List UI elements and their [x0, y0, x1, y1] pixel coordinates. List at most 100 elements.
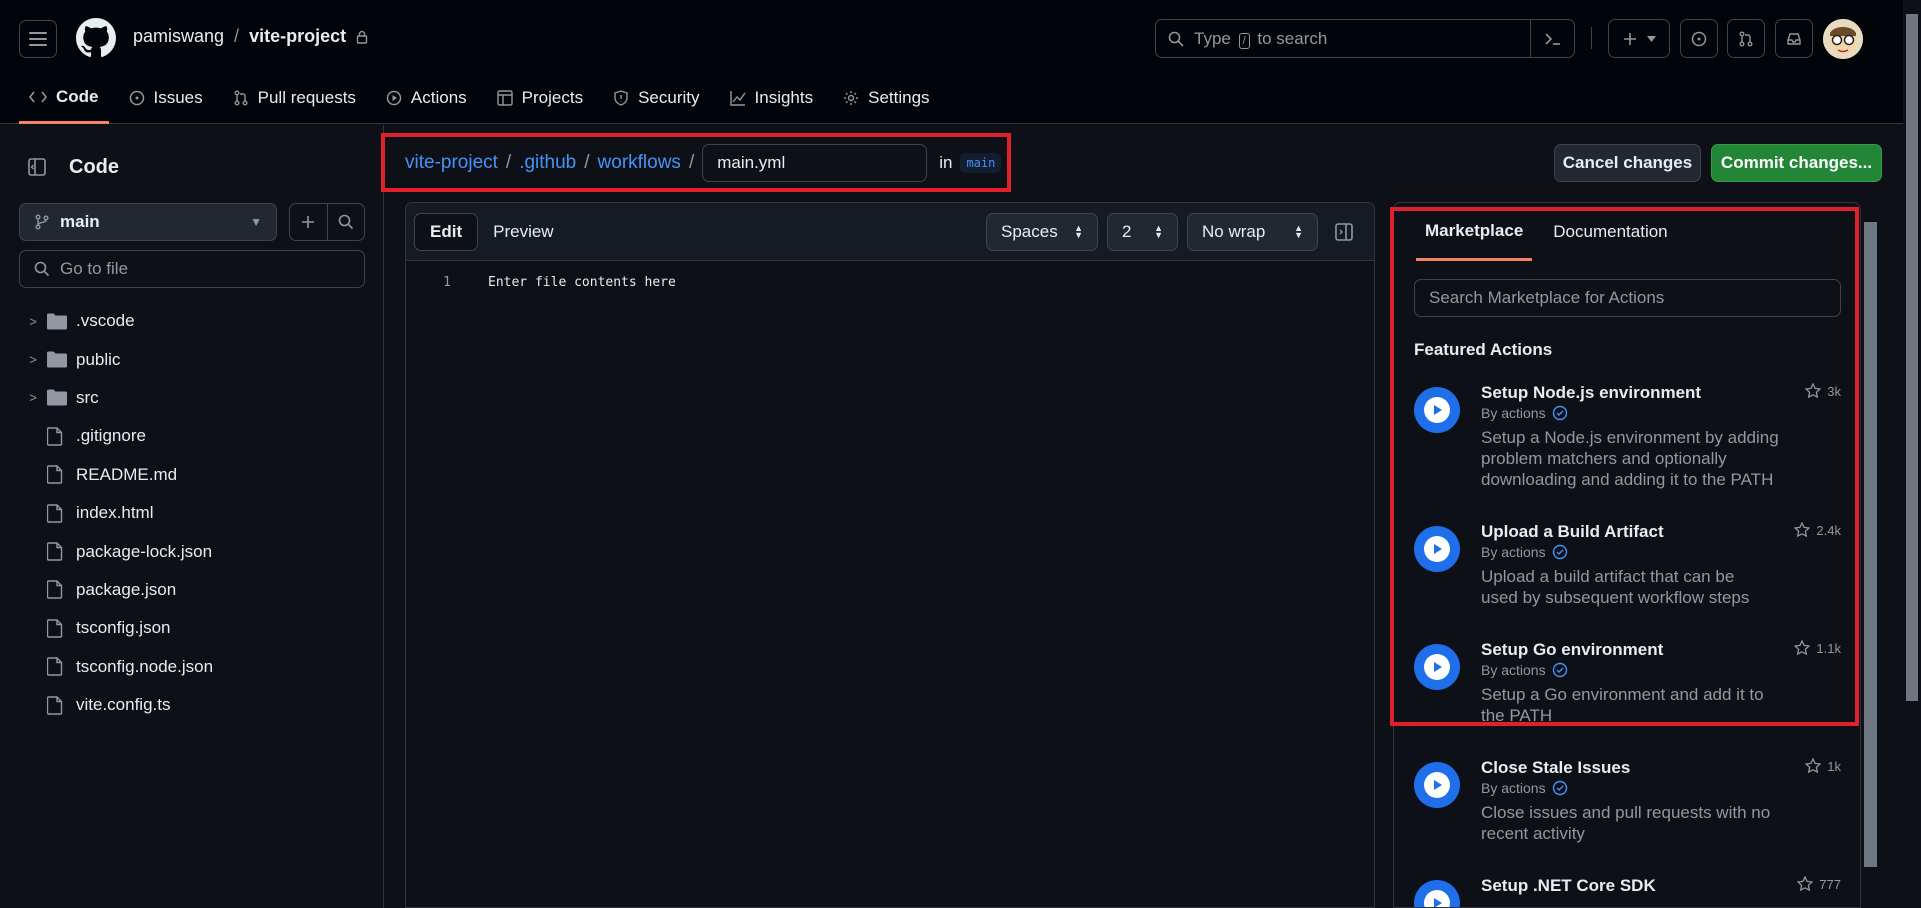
user-avatar[interactable]	[1823, 19, 1863, 59]
panel-scrollbar[interactable]	[1861, 202, 1880, 908]
action-title[interactable]: Upload a Build Artifact	[1481, 522, 1664, 542]
search-icon	[34, 261, 50, 277]
go-to-file-input[interactable]: Go to file	[19, 250, 365, 288]
add-file-button[interactable]	[290, 204, 328, 240]
tab-actions[interactable]: Actions	[376, 80, 477, 116]
tree-file-readme[interactable]: README.md	[19, 456, 365, 494]
tree-folder-src[interactable]: > src	[19, 379, 365, 417]
action-card[interactable]: Setup Go environment By actions Setup a …	[1414, 640, 1841, 730]
indent-mode-select[interactable]: Spaces ▲ ▼	[986, 213, 1098, 251]
owner-link[interactable]: pamiswang	[133, 26, 224, 47]
page-scrollbar-thumb[interactable]	[1906, 14, 1918, 701]
tree-item-label: package-lock.json	[76, 541, 213, 561]
tab-code[interactable]: Code	[19, 80, 109, 124]
tab-issues[interactable]: Issues	[119, 80, 213, 116]
action-author: By actions	[1481, 544, 1568, 560]
create-new-button[interactable]	[1608, 19, 1670, 58]
code-line[interactable]: 1 Enter file contents here	[406, 275, 1374, 290]
menu-button[interactable]	[19, 20, 57, 58]
tab-insights-label: Insights	[754, 88, 814, 107]
marketplace-panel: Marketplace Documentation Search Marketp…	[1393, 202, 1861, 908]
action-author: By actions	[1481, 405, 1568, 421]
action-description: Upload a build artifact that can be used…	[1481, 567, 1750, 607]
inbox-button[interactable]	[1775, 19, 1813, 58]
tree-file-tsconfig[interactable]: tsconfig.json	[19, 609, 365, 647]
action-title[interactable]: Setup .NET Core SDK	[1481, 876, 1656, 896]
panel-scrollbar-thumb[interactable]	[1864, 222, 1877, 867]
plus-icon	[302, 216, 315, 228]
marketplace-search-input[interactable]: Search Marketplace for Actions	[1414, 279, 1841, 317]
tree-file-gitignore[interactable]: .gitignore	[19, 417, 365, 455]
tab-issues-label: Issues	[153, 88, 203, 107]
tab-documentation[interactable]: Documentation	[1544, 203, 1676, 261]
header-divider	[1591, 27, 1592, 49]
tree-item-label: src	[76, 387, 99, 407]
tree-file-tsconfig-node[interactable]: tsconfig.node.json	[19, 648, 365, 686]
tab-projects[interactable]: Projects	[487, 80, 593, 116]
tree-file-package-lock[interactable]: package-lock.json	[19, 532, 365, 570]
github-logo-icon[interactable]	[76, 18, 116, 58]
file-path-breadcrumb: vite-project / .github / workflows / mai…	[381, 133, 1011, 192]
chevron-down-icon: ▼	[250, 215, 262, 229]
issue-icon	[129, 90, 144, 106]
tab-code-label: Code	[56, 86, 99, 106]
tab-insights[interactable]: Insights	[720, 80, 824, 116]
breadcrumb-repo-link[interactable]: vite-project	[405, 152, 498, 174]
tree-file-package-json[interactable]: package.json	[19, 571, 365, 609]
global-search-input[interactable]: Type / to search	[1155, 19, 1575, 58]
tree-file-vite-config[interactable]: vite.config.ts	[19, 686, 365, 724]
chevron-right-icon[interactable]: >	[19, 352, 47, 367]
tab-pull-requests[interactable]: Pull requests	[223, 80, 366, 116]
issues-button[interactable]	[1680, 19, 1718, 58]
preview-tab[interactable]: Preview	[478, 213, 568, 251]
tab-security[interactable]: Security	[603, 80, 709, 116]
tree-folder-vscode[interactable]: > .vscode	[19, 302, 365, 340]
branch-name: main	[60, 212, 100, 231]
branch-selector[interactable]: main ▼	[19, 203, 277, 241]
action-card[interactable]: Setup .NET Core SDK 777	[1414, 876, 1841, 907]
action-card[interactable]: Upload a Build Artifact By actions Uploa…	[1414, 522, 1841, 612]
search-files-button[interactable]	[328, 204, 365, 240]
in-label: in	[939, 152, 953, 172]
chevron-right-icon[interactable]: >	[19, 314, 47, 329]
filename-input[interactable]: main.yml	[702, 143, 928, 182]
tree-item-label: tsconfig.json	[76, 618, 171, 638]
cancel-changes-button[interactable]: Cancel changes	[1554, 144, 1701, 182]
command-palette-button[interactable]	[1530, 20, 1574, 57]
action-card[interactable]: Setup Node.js environment By actions Set…	[1414, 383, 1841, 493]
tab-marketplace[interactable]: Marketplace	[1416, 203, 1533, 261]
action-card[interactable]: Close Stale Issues By actions Close issu…	[1414, 758, 1841, 848]
edit-tab[interactable]: Edit	[414, 213, 479, 251]
repo-link[interactable]: vite-project	[249, 26, 346, 47]
action-stars: 777	[1797, 876, 1841, 892]
file-tree-sidebar: Code main ▼ Go to file > .vscode > publi…	[0, 125, 384, 908]
play-icon	[386, 90, 402, 106]
tree-item-label: public	[76, 349, 121, 369]
pull-requests-button[interactable]	[1727, 19, 1765, 58]
action-title[interactable]: Setup Go environment	[1481, 640, 1663, 660]
code-icon	[29, 91, 47, 102]
tree-item-label: vite.config.ts	[76, 695, 171, 715]
tree-file-index-html[interactable]: index.html	[19, 494, 365, 532]
page-scrollbar[interactable]	[1903, 0, 1921, 908]
play-icon	[1414, 387, 1460, 433]
chevron-right-icon[interactable]: >	[19, 390, 47, 405]
search-shortcut-key: /	[1238, 32, 1250, 49]
indent-size-select[interactable]: 2 ▲ ▼	[1107, 213, 1178, 251]
tree-item-label: tsconfig.node.json	[76, 656, 214, 676]
file-icon	[47, 619, 63, 638]
breadcrumb-workflows-link[interactable]: workflows	[598, 152, 681, 174]
go-to-file-placeholder: Go to file	[60, 259, 129, 278]
tree-folder-public[interactable]: > public	[19, 340, 365, 378]
action-title[interactable]: Setup Node.js environment	[1481, 383, 1701, 403]
indent-size-value: 2	[1122, 222, 1132, 241]
breadcrumb-github-link[interactable]: .github	[519, 152, 576, 174]
collapse-sidebar-button[interactable]	[19, 149, 55, 185]
wrap-mode-select[interactable]: No wrap ▲ ▼	[1187, 213, 1318, 251]
line-number: 1	[443, 275, 451, 290]
action-author: By actions	[1481, 662, 1568, 678]
toggle-side-panel-button[interactable]	[1332, 220, 1356, 244]
commit-changes-button[interactable]: Commit changes...	[1711, 144, 1882, 182]
action-title[interactable]: Close Stale Issues	[1481, 758, 1630, 778]
tab-settings[interactable]: Settings	[833, 80, 939, 116]
